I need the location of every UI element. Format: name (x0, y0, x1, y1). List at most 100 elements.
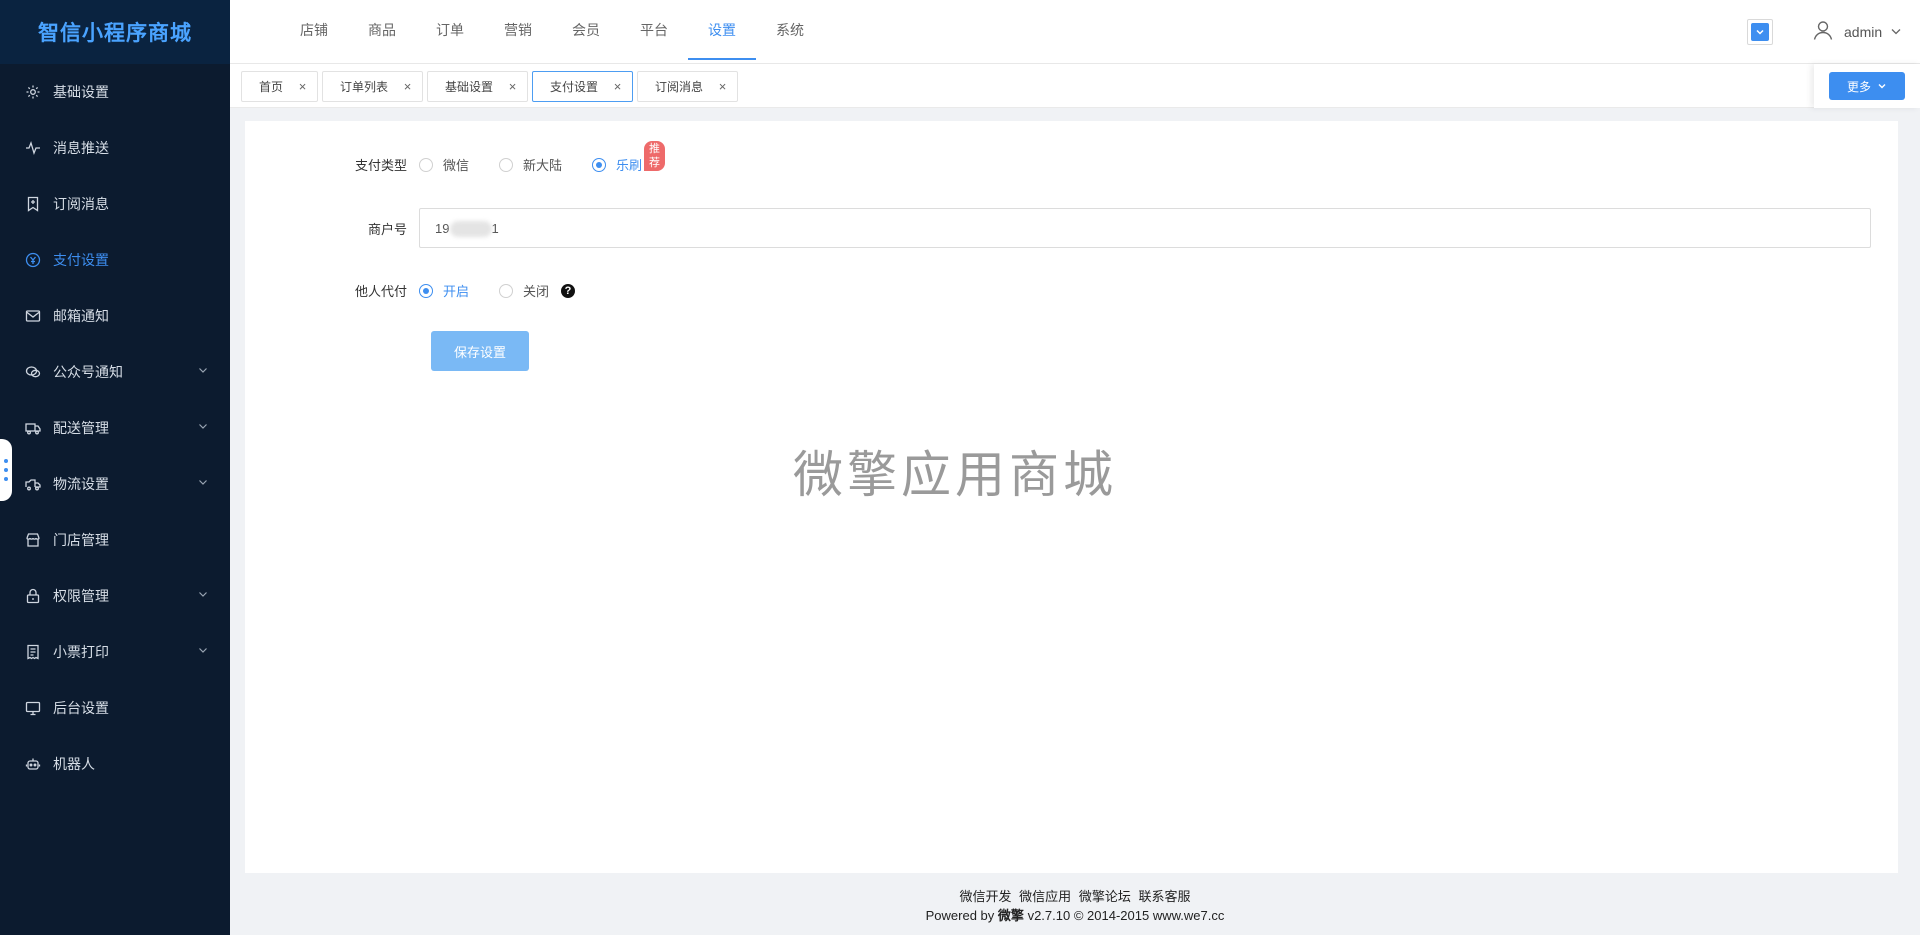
sidebar-menu: 基础设置 消息推送 订阅消息 支付设置 邮箱通知 公众号通知 配送管理 物流设置… (0, 64, 230, 792)
page-tab-subscription[interactable]: 订阅消息 × (637, 71, 738, 102)
sidebar-item-label: 消息推送 (53, 140, 109, 156)
merchant-no-input[interactable]: 19 1 (419, 208, 1871, 248)
tabs-more-wrap: 更多 (1814, 64, 1920, 108)
pay-type-radio-newland[interactable]: 新大陆 (499, 155, 562, 174)
sidebar-collapse-handle[interactable] (0, 439, 12, 501)
page-tab-order-list[interactable]: 订单列表 × (322, 71, 423, 102)
robot-icon (25, 756, 41, 772)
powered-by: Powered by (925, 908, 995, 923)
footer-link-wechat-dev[interactable]: 微信开发 (960, 889, 1012, 904)
chevron-down-icon (199, 648, 207, 653)
sidebar-item-subscription[interactable]: 订阅消息 (0, 176, 230, 232)
footer-brand: 微擎 (997, 908, 1024, 923)
page-tab-home[interactable]: 首页 × (241, 71, 318, 102)
pulse-icon (25, 140, 41, 156)
pay-type-radio-leshua[interactable]: 乐刷 推荐 (592, 141, 666, 174)
chevron-down-icon (1890, 24, 1902, 40)
close-icon[interactable]: × (611, 79, 624, 94)
sidebar-item-label: 邮箱通知 (53, 308, 109, 324)
store-icon (25, 532, 41, 548)
sidebar-item-label: 门店管理 (53, 532, 109, 548)
page-tab-basic-settings[interactable]: 基础设置 × (427, 71, 528, 102)
tab-label: 订单列表 (340, 80, 389, 94)
tabs-more-button[interactable]: 更多 (1829, 72, 1905, 100)
sidebar-item-payment-settings[interactable]: 支付设置 (0, 232, 230, 288)
sidebar-item-logistics[interactable]: 物流设置 (0, 456, 230, 512)
pay-type-label: 支付类型 (354, 158, 407, 173)
topnav-item-shop[interactable]: 店铺 (280, 0, 348, 60)
lock-icon (25, 588, 41, 604)
proxy-pay-row: 他人代付 开启 关闭 ? (245, 281, 576, 300)
sidebar-item-message-push[interactable]: 消息推送 (0, 120, 230, 176)
redacted-mask (450, 221, 492, 237)
footer-copyright-years: © 2014-2015 (1073, 908, 1150, 923)
sidebar-item-label: 物流设置 (53, 476, 109, 492)
payment-settings-panel: 支付类型 微信 新大陆 乐刷 推荐 商户号 19 1 他人代付 开启 关闭 ? … (245, 121, 1898, 873)
monitor-icon (25, 700, 41, 716)
tab-label: 首页 (259, 80, 284, 94)
topnav-item-members[interactable]: 会员 (552, 0, 620, 60)
footer-link-wechat-apps[interactable]: 微信应用 (1019, 889, 1071, 904)
footer-links: 微信开发 微信应用 微擎论坛 联系客服 (230, 887, 1920, 906)
close-icon[interactable]: × (506, 79, 519, 94)
chevron-down-icon (199, 424, 207, 429)
sidebar-item-permissions[interactable]: 权限管理 (0, 568, 230, 624)
header-dropdown-toggle[interactable] (1747, 19, 1773, 45)
top-nav: 店铺 商品 订单 营销 会员 平台 设置 系统 (280, 0, 824, 60)
watermark: 微擎应用商城 (793, 446, 1117, 504)
sidebar-item-label: 小票打印 (53, 644, 109, 660)
topnav-item-settings[interactable]: 设置 (688, 0, 756, 60)
app-logo[interactable]: 智信小程序商城 (0, 0, 230, 64)
proxy-pay-radio-on[interactable]: 开启 (419, 281, 469, 300)
chevron-down-icon (1751, 23, 1769, 41)
pay-type-row: 支付类型 微信 新大陆 乐刷 推荐 (245, 141, 672, 174)
merchant-no-value-end: 1 (491, 220, 499, 236)
footer-link-support[interactable]: 联系客服 (1138, 889, 1190, 904)
save-settings-button[interactable]: 保存设置 (431, 331, 529, 371)
chevron-down-icon (199, 480, 207, 485)
footer-version: v2.7.10 (1027, 908, 1071, 923)
sidebar-item-official-account[interactable]: 公众号通知 (0, 344, 230, 400)
question-icon[interactable]: ? (561, 283, 576, 298)
topnav-item-system[interactable]: 系统 (756, 0, 824, 60)
sidebar-item-stores[interactable]: 门店管理 (0, 512, 230, 568)
sidebar-item-email[interactable]: 邮箱通知 (0, 288, 230, 344)
radio-label: 关闭 (523, 284, 550, 299)
close-icon[interactable]: × (401, 79, 414, 94)
sidebar-item-basic-settings[interactable]: 基础设置 (0, 64, 230, 120)
tab-label: 支付设置 (550, 80, 599, 94)
footer-link-forum[interactable]: 微擎论坛 (1079, 889, 1131, 904)
topnav-item-orders[interactable]: 订单 (416, 0, 484, 60)
radio-circle (499, 157, 514, 172)
sidebar-item-label: 配送管理 (53, 420, 109, 436)
proxy-pay-radio-off[interactable]: 关闭 (499, 281, 549, 300)
proxy-pay-label: 他人代付 (354, 284, 407, 299)
page-tabs-bar: 首页 × 订单列表 × 基础设置 × 支付设置 × 订阅消息 × 更多 (230, 64, 1920, 108)
topnav-item-platform[interactable]: 平台 (620, 0, 688, 60)
sidebar-item-receipt-print[interactable]: 小票打印 (0, 624, 230, 680)
recommend-badge: 推荐 (644, 141, 666, 171)
page-tab-payment-settings[interactable]: 支付设置 × (532, 71, 633, 102)
footer-site[interactable]: www.we7.cc (1153, 908, 1225, 923)
sidebar-item-backend-settings[interactable]: 后台设置 (0, 680, 230, 736)
close-icon[interactable]: × (296, 79, 309, 94)
sidebar-item-label: 基础设置 (53, 84, 109, 100)
sidebar-item-label: 机器人 (53, 756, 95, 772)
receipt-icon (25, 644, 41, 660)
sidebar-item-delivery[interactable]: 配送管理 (0, 400, 230, 456)
tab-label: 订阅消息 (655, 80, 704, 94)
sidebar-item-robot[interactable]: 机器人 (0, 736, 230, 792)
radio-circle (419, 157, 433, 172)
footer-copyright: Powered by 微擎 v2.7.10 © 2014-2015 www.we… (230, 906, 1920, 925)
radio-circle (419, 283, 433, 298)
sidebar-item-label: 支付设置 (53, 252, 109, 268)
pay-type-radio-wechat[interactable]: 微信 (419, 155, 469, 174)
logistics-truck-icon (25, 476, 41, 492)
merchant-no-label: 商户号 (367, 221, 407, 237)
topnav-item-products[interactable]: 商品 (348, 0, 416, 60)
close-icon[interactable]: × (716, 79, 729, 94)
topnav-item-marketing[interactable]: 营销 (484, 0, 552, 60)
user-menu[interactable]: admin (1812, 19, 1902, 44)
footer: 微信开发 微信应用 微擎论坛 联系客服 Powered by 微擎 v2.7.1… (230, 887, 1920, 925)
sidebar-item-label: 公众号通知 (53, 364, 123, 380)
